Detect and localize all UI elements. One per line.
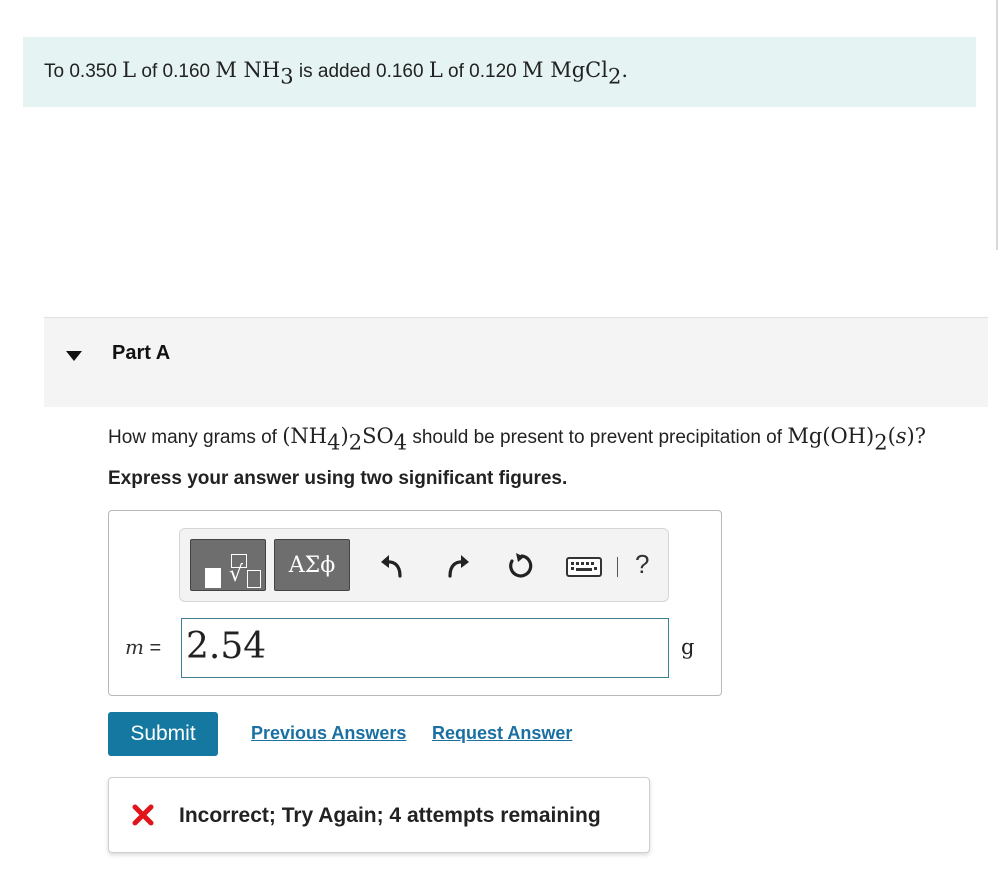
part-a-header[interactable]: Part A (44, 317, 988, 407)
instruction-text: Express your answer using two significan… (108, 468, 568, 489)
math-toolbar: √ ΑΣϕ ? (179, 528, 669, 602)
answer-unit: g (681, 635, 695, 659)
answer-input[interactable]: 2.54 (181, 618, 669, 678)
problem-intro: To 0.350 L of 0.160 M NH3 is added 0.160… (23, 37, 976, 107)
question-text: How many grams of (NH4)2SO4 should be pr… (108, 424, 927, 455)
help-icon[interactable]: ? (635, 549, 649, 580)
incorrect-x-icon (132, 804, 154, 826)
collapse-caret-icon[interactable] (66, 351, 82, 361)
greek-symbols-button[interactable]: ΑΣϕ (274, 539, 350, 591)
answer-variable-label: m = (125, 635, 162, 659)
submit-button[interactable]: Submit (108, 712, 218, 756)
previous-answers-link[interactable]: Previous Answers (251, 723, 406, 744)
page-scroll-edge (996, 0, 998, 250)
toolbar-separator (617, 557, 618, 577)
undo-icon[interactable] (378, 551, 408, 581)
answer-box: √ ΑΣϕ ? m = 2.54 g (108, 510, 722, 696)
request-answer-link[interactable]: Request Answer (432, 723, 572, 744)
part-title: Part A (112, 342, 171, 364)
reset-icon[interactable] (505, 551, 535, 581)
problem-statement: To 0.350 L of 0.160 M NH3 is added 0.160… (44, 58, 628, 89)
feedback-text: Incorrect; Try Again; 4 attempts remaini… (179, 804, 601, 827)
feedback-panel: Incorrect; Try Again; 4 attempts remaini… (108, 777, 650, 853)
keyboard-icon[interactable] (566, 555, 602, 579)
redo-icon[interactable] (442, 551, 472, 581)
templates-button[interactable]: √ (190, 539, 266, 591)
